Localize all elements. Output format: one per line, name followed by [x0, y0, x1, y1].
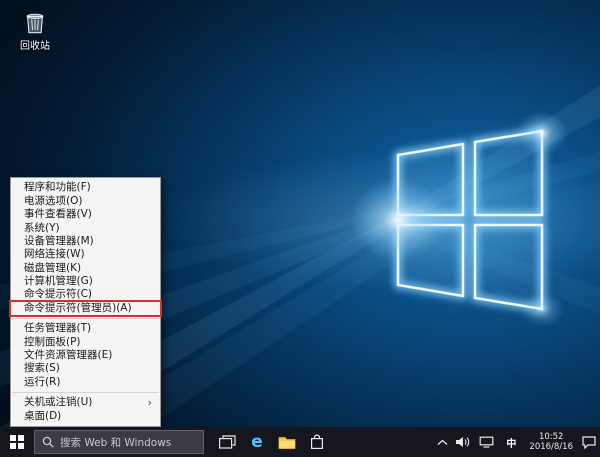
menu-item-label: 控制面板(P) [24, 335, 81, 348]
volume-icon [456, 437, 470, 447]
menu-item-label: 计算机管理(G) [24, 275, 93, 288]
menu-item-label: 磁盘管理(K) [24, 261, 82, 274]
network-icon [480, 436, 494, 448]
menu-item-label: 电源选项(O) [24, 194, 83, 207]
winx-context-menu: 程序和功能(F) 电源选项(O) 事件查看器(V) 系统(Y) 设备管理器(M)… [9, 177, 162, 427]
menu-item-label: 任务管理器(T) [24, 322, 92, 335]
windows-start-icon [10, 435, 24, 449]
edge-icon: e [251, 431, 263, 452]
menu-item-search[interactable]: 搜索(S) [11, 362, 160, 375]
edge-browser-button[interactable]: e [242, 427, 272, 457]
desktop: 回收站 程序和功能(F) 电源选项(O) 事件查看器(V) 系统(Y) 设备管理… [0, 0, 600, 457]
menu-item-label: 系统(Y) [24, 221, 60, 234]
menu-item-programs-and-features[interactable]: 程序和功能(F) [11, 181, 160, 194]
start-button[interactable] [0, 427, 34, 457]
menu-item-label: 程序和功能(F) [24, 181, 91, 194]
menu-item-task-manager[interactable]: 任务管理器(T) [11, 322, 160, 335]
task-view-button[interactable] [212, 427, 242, 457]
store-button[interactable] [302, 427, 332, 457]
menu-item-computer-management[interactable]: 计算机管理(G) [11, 275, 160, 288]
system-tray: 中 10:52 2016/8/16 [433, 427, 600, 457]
search-placeholder: 搜索 Web 和 Windows [60, 436, 172, 449]
menu-item-label: 设备管理器(M) [24, 234, 94, 247]
search-icon [42, 436, 54, 448]
menu-item-label: 关机或注销(U) [24, 396, 93, 409]
network-button[interactable] [475, 427, 498, 457]
file-explorer-icon [278, 436, 296, 449]
store-icon [311, 434, 324, 450]
menu-item-shutdown-or-signout[interactable]: 关机或注销(U) › [11, 396, 160, 409]
clock-time: 10:52 [538, 432, 564, 442]
menu-item-command-prompt-admin[interactable]: 命令提示符(管理员)(A) [9, 299, 162, 318]
menu-item-event-viewer[interactable]: 事件查看器(V) [11, 208, 160, 221]
taskbar-pinned-icons: e [212, 427, 332, 457]
chevron-up-icon [437, 439, 448, 445]
menu-item-label: 网络连接(W) [24, 248, 85, 261]
menu-item-label: 桌面(D) [24, 409, 62, 422]
recycle-bin-label: 回收站 [20, 41, 50, 52]
menu-item-file-explorer[interactable]: 文件资源管理器(E) [11, 349, 160, 362]
menu-item-label: 搜索(S) [24, 362, 60, 375]
search-input[interactable]: 搜索 Web 和 Windows [34, 430, 204, 454]
action-center-icon [582, 435, 596, 449]
menu-item-desktop[interactable]: 桌面(D) [11, 410, 160, 423]
action-center-button[interactable] [578, 427, 600, 457]
menu-item-command-prompt[interactable]: 命令提示符(C) [11, 288, 160, 301]
clock-date: 2016/8/16 [529, 442, 573, 452]
taskbar: 搜索 Web 和 Windows e 中 10:52 2016/8/16 [0, 427, 600, 457]
ime-label: 中 [506, 438, 517, 450]
menu-item-run[interactable]: 运行(R) [11, 376, 160, 389]
taskbar-clock[interactable]: 10:52 2016/8/16 [524, 432, 578, 452]
trash-can-icon [26, 13, 44, 34]
submenu-arrow-icon: › [147, 396, 152, 410]
menu-separator [12, 318, 159, 320]
menu-item-system[interactable]: 系统(Y) [11, 222, 160, 235]
menu-item-label: 命令提示符(C) [24, 288, 93, 301]
menu-item-label: 运行(R) [24, 375, 61, 388]
menu-item-power-options[interactable]: 电源选项(O) [11, 195, 160, 208]
menu-item-label: 命令提示符(管理员)(A) [24, 301, 132, 314]
menu-item-label: 文件资源管理器(E) [24, 349, 113, 362]
task-view-icon [218, 435, 236, 449]
menu-item-label: 事件查看器(V) [24, 208, 92, 221]
file-explorer-button[interactable] [272, 427, 302, 457]
volume-button[interactable] [452, 427, 475, 457]
ime-indicator[interactable]: 中 [498, 427, 524, 457]
tray-overflow-button[interactable] [433, 427, 452, 457]
menu-separator [12, 392, 159, 394]
menu-item-disk-management[interactable]: 磁盘管理(K) [11, 262, 160, 275]
menu-item-device-manager[interactable]: 设备管理器(M) [11, 235, 160, 248]
recycle-bin-icon[interactable]: 回收站 [8, 8, 62, 52]
menu-item-control-panel[interactable]: 控制面板(P) [11, 336, 160, 349]
menu-item-network-connections[interactable]: 网络连接(W) [11, 248, 160, 261]
